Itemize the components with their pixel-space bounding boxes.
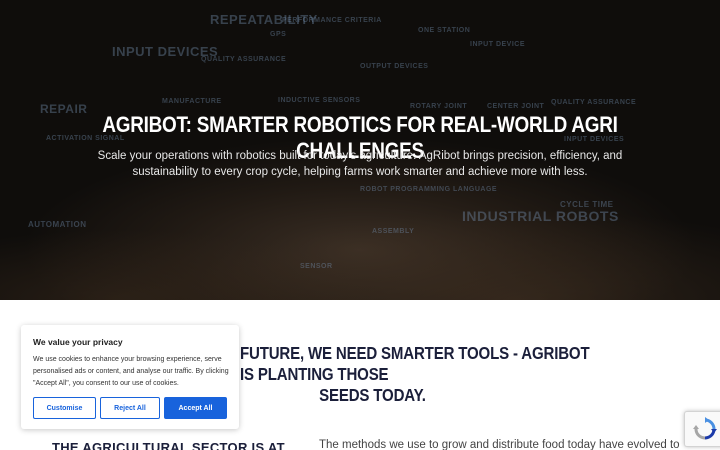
cookie-banner-title: We value your privacy	[33, 337, 123, 347]
cookie-consent-banner: We value your privacy We use cookies to …	[21, 325, 239, 429]
left-column-heading: THE AGRICULTURAL SECTOR IS AT A CRITICAL	[52, 440, 285, 450]
body-paragraph: The methods we use to grow and distribut…	[319, 439, 680, 450]
bg-word: QUALITY ASSURANCE	[551, 99, 637, 106]
bg-word: MANUFACTURE	[162, 98, 222, 105]
bg-word: QUALITY ASSURANCE	[201, 56, 287, 63]
cookie-banner-text: We use cookies to enhance your browsing …	[33, 356, 229, 387]
bg-word: ROTARY JOINT	[410, 103, 468, 110]
bg-word: ASSEMBLY	[372, 228, 415, 235]
hero-banner: REPEATABILITY PERFORMANCE CRITERIA INPUT…	[0, 0, 720, 300]
bg-word: OUTPUT DEVICES	[360, 63, 429, 70]
bg-word: SENSOR	[300, 263, 333, 270]
recaptcha-badge[interactable]	[684, 411, 720, 447]
recaptcha-icon	[692, 417, 717, 440]
bg-word: CENTER JOINT	[487, 103, 545, 110]
section-heading-line2: SEEDS TODAY.	[319, 385, 426, 405]
reject-all-button[interactable]: Reject All	[100, 397, 160, 419]
hero-subtitle: Scale your operations with robotics buil…	[97, 150, 623, 178]
bg-word: INDUCTIVE SENSORS	[278, 97, 361, 104]
section-heading-line1: FUTURE, WE NEED SMARTER TOOLS - AGRIBOT …	[240, 343, 590, 384]
bg-word: GPS	[270, 31, 287, 38]
bg-word: ROBOT PROGRAMMING LANGUAGE	[360, 186, 498, 193]
accept-all-button[interactable]: Accept All	[164, 397, 227, 419]
bg-word: INDUSTRIAL ROBOTS	[462, 208, 619, 224]
bg-word: ONE STATION	[418, 27, 471, 34]
section-heading: FUTURE, WE NEED SMARTER TOOLS - AGRIBOT …	[240, 343, 601, 406]
bg-word: PERFORMANCE CRITERIA	[282, 17, 382, 24]
customise-button[interactable]: Customise	[33, 397, 96, 419]
bg-word: INPUT DEVICE	[470, 41, 526, 48]
bg-word: AUTOMATION	[28, 220, 87, 229]
